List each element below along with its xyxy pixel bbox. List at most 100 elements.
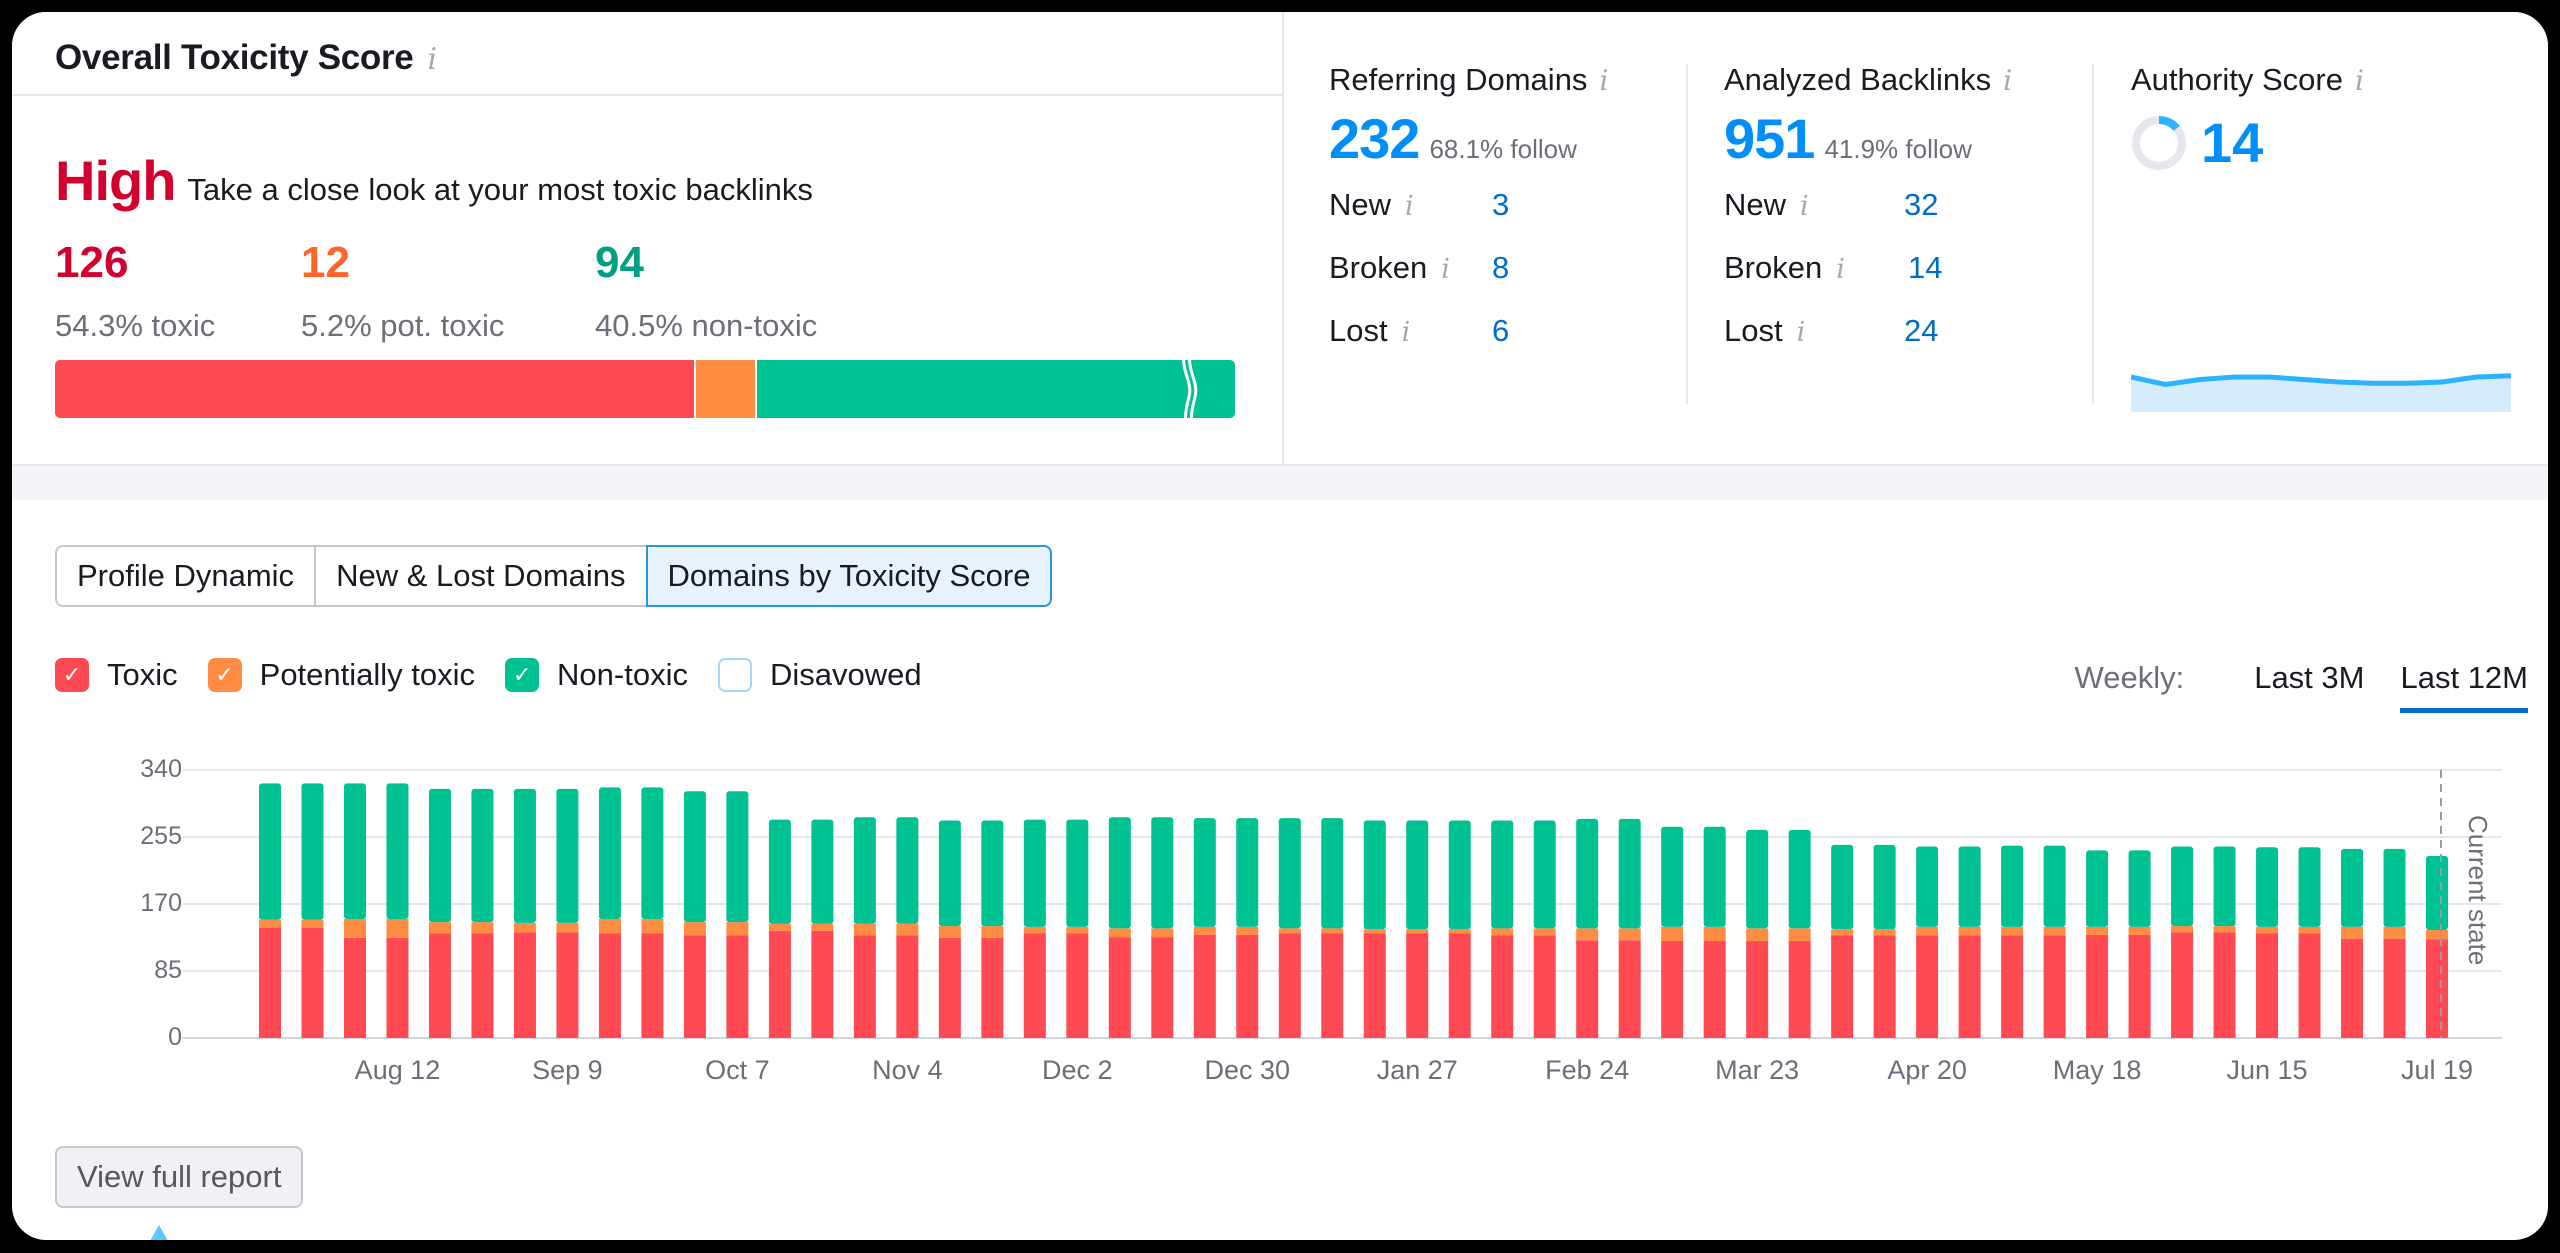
bar-segment-potentially-toxic[interactable] (811, 923, 834, 931)
bar-segment-potentially-toxic[interactable] (1916, 926, 1939, 936)
bar-segment-potentially-toxic[interactable] (1448, 929, 1471, 934)
info-icon[interactable]: i (1441, 254, 1450, 285)
bar-stack[interactable] (1491, 820, 1514, 1038)
bar-segment-potentially-toxic[interactable] (1661, 926, 1684, 942)
bar-segment-non-toxic[interactable] (556, 788, 579, 923)
bar-segment-non-toxic[interactable] (1363, 820, 1386, 930)
bar-segment-potentially-toxic[interactable] (2001, 926, 2024, 936)
bar-stack[interactable] (428, 788, 451, 1038)
bar-stack[interactable] (1916, 846, 1939, 1038)
bar-stack[interactable] (1661, 826, 1684, 1038)
bar-segment-toxic[interactable] (1278, 933, 1301, 1038)
bar-segment-toxic[interactable] (1703, 941, 1726, 1038)
bar-segment-potentially-toxic[interactable] (1746, 928, 1769, 942)
bar-segment-potentially-toxic[interactable] (1533, 928, 1556, 936)
bar-segment-toxic[interactable] (1236, 934, 1259, 1038)
bar-segment-toxic[interactable] (896, 935, 919, 1038)
bar-segment-toxic[interactable] (2256, 933, 2279, 1038)
period-last-3m[interactable]: Last 3M (2254, 660, 2364, 708)
bar-stack[interactable] (896, 817, 919, 1038)
bar-segment-toxic[interactable] (2341, 938, 2364, 1038)
bar-stack[interactable] (2256, 847, 2279, 1038)
bar-segment-non-toxic[interactable] (1703, 826, 1726, 927)
checkbox-checked-icon[interactable]: ✓ (207, 658, 242, 692)
bar-stack[interactable] (2383, 848, 2406, 1038)
checkbox-unchecked-icon[interactable] (717, 658, 752, 692)
bar-segment-potentially-toxic[interactable] (938, 926, 961, 938)
bar-segment-toxic[interactable] (343, 937, 366, 1038)
info-icon[interactable]: i (1836, 254, 1845, 285)
bar-segment-non-toxic[interactable] (2341, 848, 2364, 927)
view-full-report-button[interactable]: View full report (55, 1146, 304, 1208)
bar-segment-non-toxic[interactable] (2043, 845, 2066, 927)
bar-segment-potentially-toxic[interactable] (2086, 926, 2109, 935)
bar-segment-potentially-toxic[interactable] (428, 922, 451, 934)
bar-stack[interactable] (853, 817, 876, 1038)
bar-stack[interactable] (1873, 844, 1896, 1038)
bar-stack[interactable] (1193, 818, 1216, 1038)
bar-segment-non-toxic[interactable] (301, 783, 324, 920)
info-icon[interactable]: i (1800, 191, 1809, 222)
bar-segment-potentially-toxic[interactable] (2256, 926, 2279, 934)
bar-segment-non-toxic[interactable] (1108, 817, 1131, 929)
bar-segment-potentially-toxic[interactable] (2128, 926, 2151, 935)
tab-domains-by-toxicity[interactable]: Domains by Toxicity Score (645, 545, 1053, 607)
bar-segment-potentially-toxic[interactable] (1363, 929, 1386, 934)
bar-segment-toxic[interactable] (1788, 941, 1811, 1038)
bar-segment-toxic[interactable] (1151, 937, 1174, 1038)
bar-segment-potentially-toxic[interactable] (981, 926, 1004, 938)
bar-segment-potentially-toxic[interactable] (1788, 928, 1811, 942)
bar-segment-potentially-toxic[interactable] (2043, 926, 2066, 936)
bar-stack[interactable] (2341, 848, 2364, 1038)
bar-segment-non-toxic[interactable] (1746, 829, 1769, 929)
bar-segment-potentially-toxic[interactable] (2426, 930, 2448, 940)
bar-segment-toxic[interactable] (811, 930, 834, 1038)
metric-row-value[interactable]: 6 (1492, 313, 1509, 349)
bar-segment-non-toxic[interactable] (513, 788, 536, 923)
bar-segment-toxic[interactable] (556, 932, 579, 1038)
bar-segment-non-toxic[interactable] (1533, 820, 1556, 929)
bar-segment-potentially-toxic[interactable] (1406, 929, 1429, 934)
bar-segment-toxic[interactable] (1321, 933, 1344, 1038)
bar-stack[interactable] (2213, 846, 2236, 1038)
bar-segment-non-toxic[interactable] (2298, 847, 2321, 927)
bar-stack[interactable] (2086, 850, 2109, 1038)
bar-segment-potentially-toxic[interactable] (853, 923, 876, 936)
bar-stack[interactable] (1278, 818, 1301, 1038)
bar-stack[interactable] (343, 783, 366, 1038)
bar-stack[interactable] (768, 819, 791, 1038)
bar-segment-non-toxic[interactable] (1831, 844, 1854, 930)
metric-row-value[interactable]: 24 (1904, 313, 1938, 349)
bar-segment-potentially-toxic[interactable] (1958, 926, 1981, 936)
bar-segment-potentially-toxic[interactable] (1321, 928, 1344, 934)
legend-disavowed[interactable]: Disavowed (717, 657, 922, 693)
bar-segment-non-toxic[interactable] (598, 787, 621, 919)
bar-segment-non-toxic[interactable] (471, 788, 494, 923)
legend-potentially-toxic[interactable]: ✓ Potentially toxic (207, 657, 475, 693)
bar-stack[interactable] (938, 820, 961, 1038)
bar-segment-non-toxic[interactable] (1193, 818, 1216, 927)
bar-segment-non-toxic[interactable] (1576, 818, 1599, 929)
bar-stack[interactable] (1618, 818, 1641, 1038)
bar-segment-toxic[interactable] (1108, 937, 1131, 1038)
bar-segment-toxic[interactable] (1916, 935, 1939, 1038)
bar-stack[interactable] (1788, 829, 1811, 1038)
bar-segment-potentially-toxic[interactable] (301, 919, 324, 928)
metric-row-value[interactable]: 3 (1492, 187, 1509, 223)
bar-segment-potentially-toxic[interactable] (641, 918, 664, 934)
bar-segment-potentially-toxic[interactable] (1491, 928, 1514, 936)
bar-segment-toxic[interactable] (1363, 933, 1386, 1038)
bar-segment-non-toxic[interactable] (1321, 818, 1344, 929)
bar-segment-non-toxic[interactable] (683, 791, 706, 923)
analyzed-backlinks-value[interactable]: 951 (1724, 106, 1815, 171)
bar-segment-non-toxic[interactable] (1151, 817, 1174, 929)
bar-stack[interactable] (1448, 820, 1471, 1038)
bar-segment-non-toxic[interactable] (1406, 820, 1429, 930)
bar-segment-toxic[interactable] (1831, 935, 1854, 1038)
bar-segment-toxic[interactable] (2426, 939, 2448, 1038)
bar-segment-toxic[interactable] (853, 935, 876, 1038)
bar-stack[interactable] (2171, 846, 2194, 1038)
bar-segment-non-toxic[interactable] (896, 817, 919, 924)
bar-segment-potentially-toxic[interactable] (1151, 928, 1174, 938)
info-icon[interactable]: i (1402, 317, 1411, 348)
